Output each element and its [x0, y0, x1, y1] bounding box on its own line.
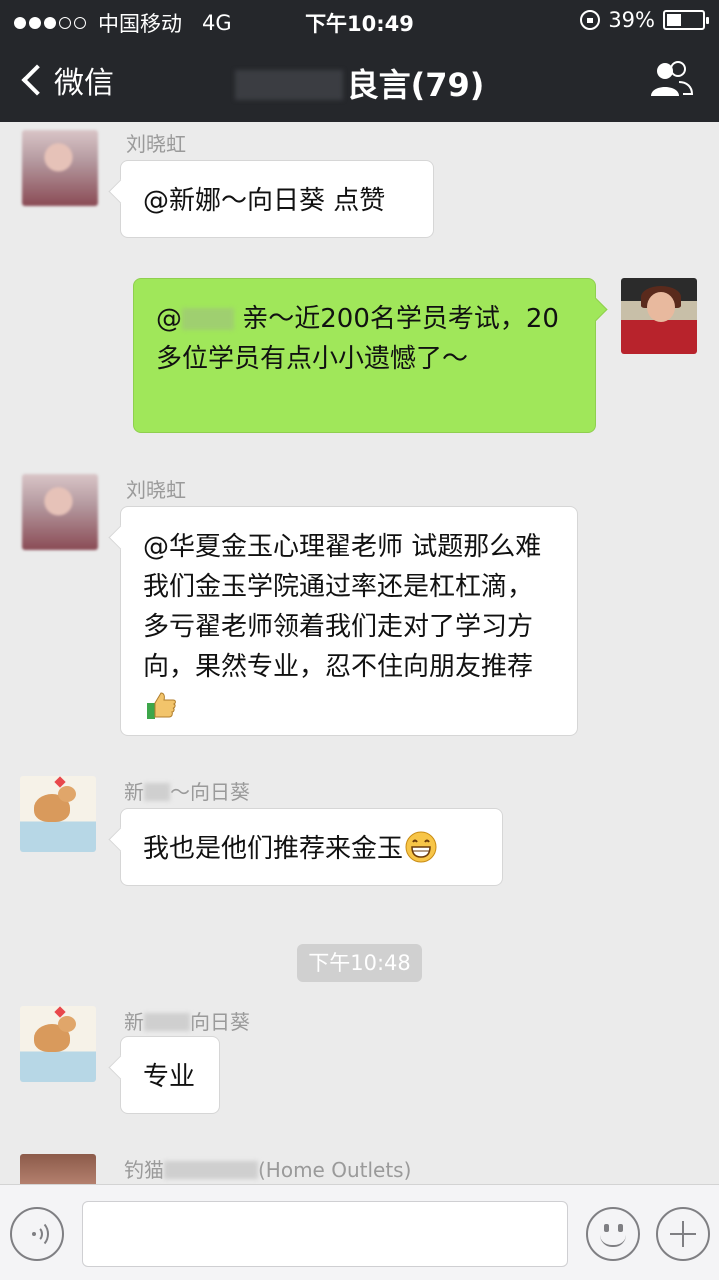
avatar-girl[interactable]	[22, 130, 98, 206]
message-bubble-self[interactable]: @ 亲～近200名学员考试，20多位学员有点小小遗憾了～	[133, 278, 596, 433]
status-bar: 中国移动 4G 下午10:49 39%	[0, 6, 719, 36]
sender-name: 新～向日葵	[124, 780, 250, 804]
message-text: 专业	[143, 1062, 196, 1092]
rotation-lock-icon	[580, 10, 601, 30]
message-bubble[interactable]: 我也是他们推荐来金玉	[120, 808, 503, 886]
plus-icon[interactable]	[656, 1207, 710, 1261]
avatar-cat[interactable]	[20, 1006, 96, 1082]
message-bubble[interactable]: @华夏金玉心理翟老师 试题那么难我们金玉学院通过率还是杠杠滴，多亏翟老师领着我们…	[120, 506, 578, 736]
voice-icon[interactable]	[10, 1207, 64, 1261]
avatar-brown[interactable]	[20, 1154, 96, 1184]
nav-bar: 微信 良言(79)	[0, 40, 719, 122]
chat-area[interactable]: 刘晓虹 @新娜～向日葵 点赞 @ 亲～近200名学员考试，20多位学员有点小小遗…	[0, 122, 719, 1184]
battery-icon	[663, 10, 709, 30]
sender-name: 新向日葵	[124, 1010, 250, 1034]
blurred-title-part	[234, 70, 343, 100]
group-members-icon[interactable]	[649, 60, 693, 98]
sender-name: 刘晓虹	[126, 478, 186, 502]
timestamp-pill: 下午10:48	[297, 944, 422, 982]
message-bubble[interactable]: 专业	[120, 1036, 220, 1114]
blurred-mention	[182, 308, 234, 330]
chat-title-text: 良言	[346, 66, 411, 104]
emoji-icon[interactable]	[586, 1207, 640, 1261]
input-bar	[0, 1184, 719, 1280]
grin-icon	[405, 831, 437, 863]
member-count: (79)	[410, 66, 485, 104]
thumbs-up-icon	[147, 692, 176, 719]
sender-name: 钓猫 (Home Outlets)	[124, 1158, 412, 1182]
top-bar: 中国移动 4G 下午10:49 39% 微信 良言(79)	[0, 0, 719, 122]
avatar-girl[interactable]	[22, 474, 98, 550]
mention-prefix: @	[156, 304, 182, 334]
sender-name: 刘晓虹	[126, 132, 186, 156]
avatar-self[interactable]	[621, 278, 697, 354]
battery-percent: 39%	[608, 8, 655, 32]
message-text: 我也是他们推荐来金玉	[143, 834, 404, 864]
message-bubble[interactable]: @新娜～向日葵 点赞	[120, 160, 434, 238]
message-text: @新娜～向日葵 点赞	[143, 186, 386, 216]
message-input[interactable]	[82, 1201, 568, 1267]
chat-title: 良言(79)	[0, 60, 719, 106]
avatar-cat[interactable]	[20, 776, 96, 852]
message-text: @华夏金玉心理翟老师 试题那么难我们金玉学院通过率还是杠杠滴，多亏翟老师领着我们…	[143, 532, 542, 682]
